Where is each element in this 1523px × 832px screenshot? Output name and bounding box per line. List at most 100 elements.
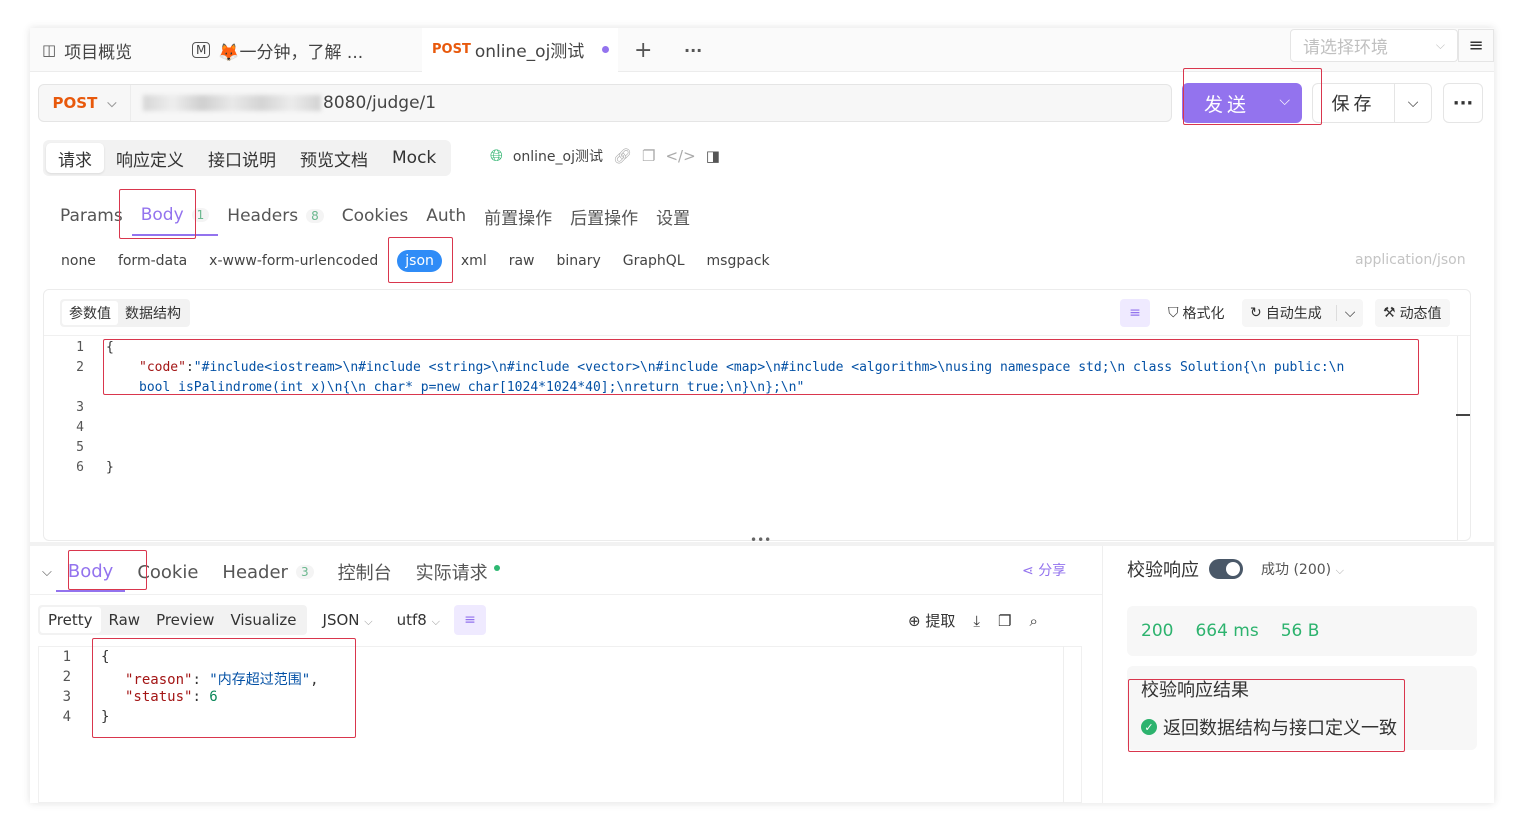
ptab-headers[interactable]: Headers 8 xyxy=(218,196,332,236)
mode-schema[interactable]: 数据结构 xyxy=(118,301,188,325)
line-number: 3 xyxy=(76,400,84,415)
subtab-preview-doc[interactable]: 预览文档 xyxy=(288,143,380,173)
ptab-settings[interactable]: 设置 xyxy=(647,196,699,236)
save-button[interactable]: 保存 ⌵ xyxy=(1312,83,1432,123)
line-number: 5 xyxy=(76,440,84,455)
ptab-pre-ops[interactable]: 前置操作 xyxy=(475,196,561,236)
dynamic-value-button[interactable]: ⚒ 动态值 xyxy=(1375,299,1450,327)
env-placeholder: 请选择环境 xyxy=(1303,38,1388,58)
menu-icon[interactable]: ≡ xyxy=(1458,29,1494,62)
url-input[interactable]: 8080/judge/1 xyxy=(131,93,436,113)
line-number: 2 xyxy=(62,669,71,685)
method-select[interactable]: POST ⌵ xyxy=(39,85,131,121)
rtab-actual-request[interactable]: 实际请求 xyxy=(404,552,512,592)
more-actions-button[interactable]: ··· xyxy=(1443,83,1483,123)
body-type-json[interactable]: json xyxy=(397,250,442,272)
rtab-console[interactable]: 控制台 xyxy=(326,552,404,592)
tab-markdown-doc[interactable]: M 🦊一分钟，了解 ... xyxy=(192,28,363,72)
format-pretty[interactable]: Pretty xyxy=(40,607,101,633)
code-area[interactable]: 1 2 3 4 5 6 { "code":"#include<iostream>… xyxy=(44,336,1470,540)
method-label: POST xyxy=(52,94,98,112)
url-bar: POST ⌵ 8080/judge/1 xyxy=(38,84,1172,122)
chevron-down-icon: ⌵ xyxy=(364,615,373,628)
collapse-icon[interactable]: ⌵ xyxy=(42,565,52,580)
api-name: online_oj测试 xyxy=(512,149,603,165)
format-type-select[interactable]: JSON ⌵ xyxy=(323,611,373,629)
body-type-none[interactable]: none xyxy=(50,253,107,269)
encoding-select[interactable]: utf8 ⌵ xyxy=(397,611,440,629)
add-tab-button[interactable]: + xyxy=(634,28,652,72)
line-number: 2 xyxy=(76,360,84,375)
chevron-down-icon[interactable]: ⌵ xyxy=(1395,95,1431,111)
editor-scrollbar[interactable] xyxy=(1456,336,1470,540)
overview-icon: ◫ xyxy=(42,41,57,59)
tab-more-button[interactable]: ··· xyxy=(684,28,702,72)
response-format-bar: Pretty Raw Preview Visualize JSON ⌵ utf8… xyxy=(38,605,486,635)
ptab-body[interactable]: Body 1 xyxy=(131,196,219,236)
tab-overview[interactable]: ◫ 项目概览 xyxy=(42,28,132,72)
subtab-api-doc[interactable]: 接口说明 xyxy=(196,143,288,173)
chevron-down-icon[interactable]: ⌵ xyxy=(1279,93,1290,109)
rtab-body[interactable]: Body xyxy=(55,552,126,592)
subtab-response-def[interactable]: 响应定义 xyxy=(104,143,196,173)
body-type-binary[interactable]: binary xyxy=(546,253,612,269)
chevron-down-icon: ⌵ xyxy=(1335,564,1344,577)
chevron-down-icon: ⌵ xyxy=(1435,38,1445,52)
ptab-params[interactable]: Params xyxy=(51,196,132,236)
env-select[interactable]: 请选择环境 ⌵ xyxy=(1290,29,1458,62)
url-visible-text: 8080/judge/1 xyxy=(323,93,437,113)
format-icon: ⛉ xyxy=(1168,305,1179,321)
subtab-request[interactable]: 请求 xyxy=(46,143,104,173)
body-type-urlencoded[interactable]: x-www-form-urlencoded xyxy=(198,253,389,269)
copy-icon[interactable]: ❐ xyxy=(998,612,1011,630)
search-icon[interactable]: ⌕ xyxy=(1029,612,1037,630)
format-preview[interactable]: Preview xyxy=(148,607,222,633)
panel-icon[interactable]: ◨ xyxy=(706,147,720,165)
body-type-xml[interactable]: xml xyxy=(450,253,498,269)
subtab-mock[interactable]: Mock xyxy=(380,143,448,173)
format-visualize[interactable]: Visualize xyxy=(222,607,304,633)
request-subtabs: 请求 响应定义 接口说明 预览文档 Mock xyxy=(43,140,452,176)
tab-bar: ◫ 项目概览 M 🦊一分钟，了解 ... POST online_oj测试 + … xyxy=(30,28,1494,72)
ptab-auth[interactable]: Auth xyxy=(417,196,475,236)
editor-mode-toggle: 参数值 数据结构 xyxy=(60,299,190,327)
body-type-form-data[interactable]: form-data xyxy=(107,253,198,269)
response-scrollbar[interactable] xyxy=(1063,646,1081,803)
wrap-icon[interactable]: ≡ xyxy=(453,605,486,635)
share-button[interactable]: ⋖ 分享 xyxy=(1022,560,1066,580)
body-type-graphql[interactable]: GraphQL xyxy=(612,253,696,269)
download-icon[interactable]: ⤓ xyxy=(973,612,980,630)
response-size: 56 B xyxy=(1280,621,1320,641)
redacted-host xyxy=(143,95,321,111)
format-button[interactable]: ⛉ 格式化 xyxy=(1160,299,1233,327)
json-line-status: "status": 6 xyxy=(125,689,218,705)
refresh-icon: ↻ xyxy=(1250,305,1262,321)
code-icon[interactable]: </> xyxy=(665,147,695,165)
ptab-post-ops[interactable]: 后置操作 xyxy=(561,196,647,236)
tab-label: 🦊一分钟，了解 ... xyxy=(218,42,364,63)
link-icon[interactable]: 🔗︎ xyxy=(613,147,632,165)
panel-divider[interactable] xyxy=(30,542,1494,546)
copy-icon[interactable]: ❐ xyxy=(642,147,655,165)
validation-result-line: ✓ 返回数据结构与接口定义一致 xyxy=(1141,714,1397,740)
rtab-header[interactable]: Header 3 xyxy=(210,552,325,592)
body-type-msgpack[interactable]: msgpack xyxy=(696,253,781,269)
chevron-down-icon: ⌵ xyxy=(1335,305,1355,321)
send-button[interactable]: 发送 ⌵ xyxy=(1182,83,1302,123)
mode-values[interactable]: 参数值 xyxy=(62,301,118,325)
validation-toggle[interactable] xyxy=(1209,559,1243,579)
ptab-cookies[interactable]: Cookies xyxy=(333,196,418,236)
json-close: } xyxy=(101,709,110,725)
tab-online-oj[interactable]: POST online_oj测试 xyxy=(422,28,618,72)
extract-button[interactable]: ⊕ 提取 xyxy=(908,610,955,631)
validation-status-select[interactable]: 成功 (200) ⌵ xyxy=(1261,559,1344,579)
panel-vertical-separator xyxy=(1102,546,1103,803)
body-type-raw[interactable]: raw xyxy=(498,253,546,269)
format-raw[interactable]: Raw xyxy=(101,607,149,633)
wrap-icon[interactable]: ≡ xyxy=(1120,299,1150,327)
response-body[interactable]: 1 2 3 4 { "reason": "内存超过范围", "status": … xyxy=(38,646,1082,803)
param-tabs: Params Body 1 Headers 8 Cookies Auth 前置操作 … xyxy=(51,196,699,236)
auto-generate-button[interactable]: ↻ 自动生成 ⌵ xyxy=(1242,299,1364,327)
status-dot-icon xyxy=(493,565,500,571)
rtab-cookie[interactable]: Cookie xyxy=(125,552,210,592)
